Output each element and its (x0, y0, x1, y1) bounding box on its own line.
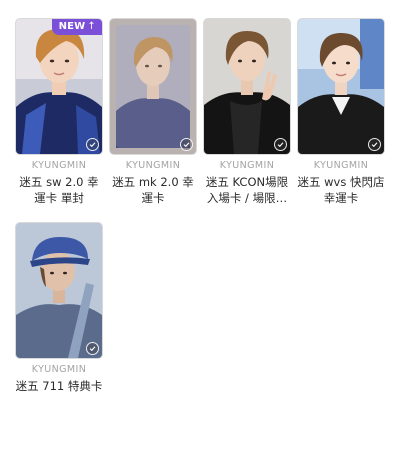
check-circle-icon[interactable] (86, 342, 99, 355)
photocard-photo (110, 19, 196, 154)
member-name: KYUNGMIN (219, 160, 275, 171)
check-circle-icon[interactable] (180, 138, 193, 151)
photocard-image[interactable] (15, 222, 103, 359)
photocard-item[interactable]: KYUNGMIN 迷五 wvs 快閃店 幸運卡 (297, 18, 385, 206)
photocard-photo (16, 223, 102, 358)
photocard-photo (16, 19, 102, 154)
photocard-image[interactable] (297, 18, 385, 155)
photocard-title: 迷五 sw 2.0 幸運卡 單封 (19, 175, 99, 205)
photocard-title: 迷五 wvs 快閃店 幸運卡 (297, 175, 385, 205)
photocard-title: 迷五 711 特典卡 (15, 379, 103, 393)
photocard-image[interactable]: NEW ↑ (15, 18, 103, 155)
photocard-photo (298, 19, 384, 154)
check-circle-icon[interactable] (368, 138, 381, 151)
photocard-item[interactable]: NEW ↑ KYUNGMIN 迷五 sw 2.0 幸運卡 單封 (15, 18, 103, 206)
member-name: KYUNGMIN (125, 160, 181, 171)
photocard-item[interactable]: KYUNGMIN 迷五 mk 2.0 幸運卡 (109, 18, 197, 206)
member-name: KYUNGMIN (313, 160, 369, 171)
photocard-title: 迷五 KCON場限入場卡 / 場限… (205, 175, 289, 205)
check-circle-icon[interactable] (274, 138, 287, 151)
photocard-grid: NEW ↑ KYUNGMIN 迷五 sw 2.0 幸運卡 單封 KYUNGMIN… (15, 18, 385, 394)
member-name: KYUNGMIN (31, 364, 87, 375)
photocard-image[interactable] (109, 18, 197, 155)
photocard-item[interactable]: KYUNGMIN 迷五 711 特典卡 (15, 222, 103, 394)
photocard-item[interactable]: KYUNGMIN 迷五 KCON場限入場卡 / 場限… (203, 18, 291, 206)
member-name: KYUNGMIN (31, 160, 87, 171)
arrow-up-icon: ↑ (87, 21, 96, 32)
new-badge: NEW ↑ (51, 19, 102, 35)
photocard-title: 迷五 mk 2.0 幸運卡 (112, 175, 194, 205)
photocard-image[interactable] (203, 18, 291, 155)
photocard-photo (204, 19, 290, 154)
check-circle-icon[interactable] (86, 138, 99, 151)
